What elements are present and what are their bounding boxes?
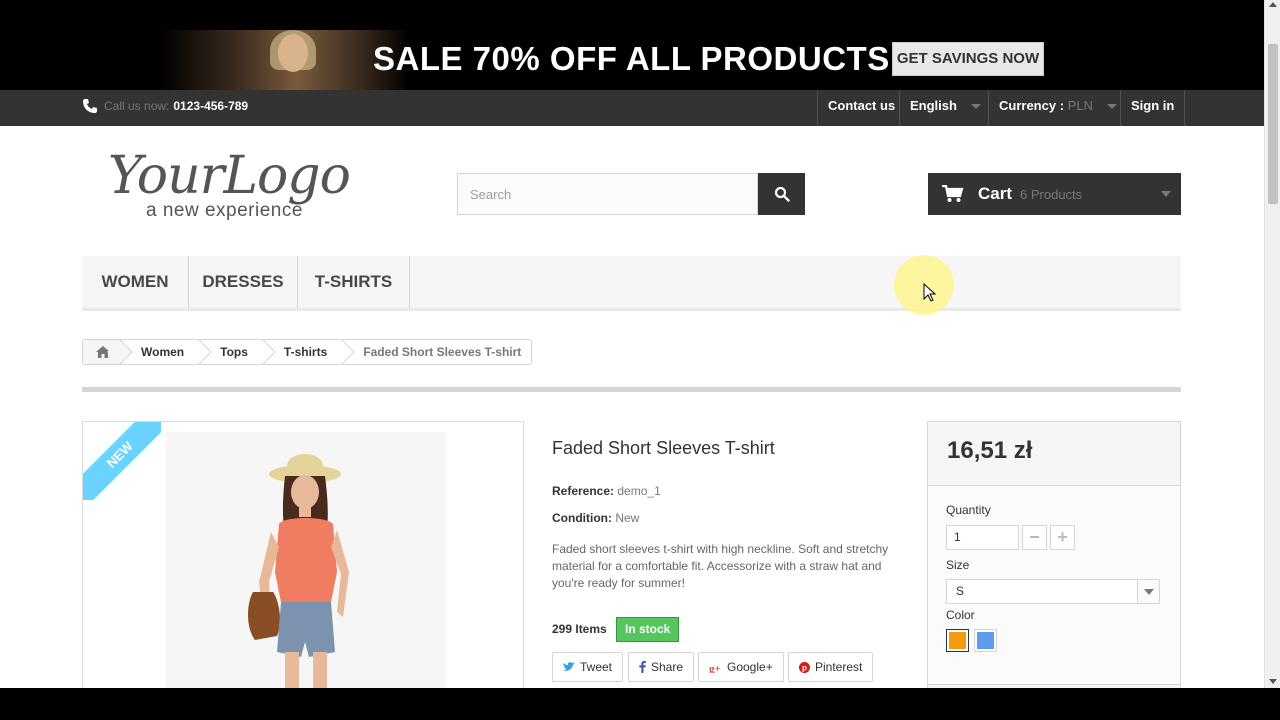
pinterest-button[interactable]: p Pinterest [788, 652, 874, 682]
video-bottom-bar [0, 688, 1280, 720]
currency-selector[interactable]: Currency : PLN [988, 90, 1127, 126]
quantity-input[interactable]: 1 [946, 525, 1019, 550]
logo-tagline: a new experience [146, 200, 303, 221]
search-icon [774, 186, 790, 202]
call-us-label: Call us now: [104, 99, 170, 113]
stock-status-badge: In stock [616, 617, 680, 642]
search-form [457, 173, 805, 215]
color-swatch-blue[interactable] [974, 629, 997, 652]
breadcrumb-item-women[interactable]: Women [123, 340, 202, 364]
chevron-down-icon [970, 104, 981, 110]
cart-icon [942, 185, 964, 202]
condition-value: New [615, 511, 640, 525]
phone-icon [83, 99, 97, 113]
color-swatch-orange[interactable] [946, 629, 969, 652]
sign-in-label: Sign in [1131, 98, 1175, 113]
contact-us-label: Contact us [828, 98, 896, 113]
reference-value: demo_1 [617, 484, 661, 498]
chevron-down-icon [1106, 104, 1117, 110]
svg-text:g+: g+ [709, 663, 721, 673]
breadcrumb-item-tshirts[interactable]: T-shirts [266, 340, 345, 364]
banner-headline: SALE 70% OFF ALL PRODUCTS [373, 40, 890, 77]
menu-item-tshirts[interactable]: T-SHIRTS [298, 256, 410, 308]
scroll-down-icon[interactable] [1269, 679, 1277, 684]
vertical-scrollbar[interactable] [1264, 0, 1280, 688]
reference-label: Reference: [552, 484, 615, 498]
new-badge: NEW [83, 422, 161, 500]
size-label: Size [946, 558, 970, 572]
quantity-increase-button[interactable]: + [1050, 525, 1075, 550]
size-select[interactable]: S [946, 579, 1160, 604]
google-plus-icon: g+ [709, 663, 721, 673]
product-description: Faded short sleeves t-shirt with high ne… [552, 542, 889, 590]
currency-value: PLN [1067, 98, 1093, 113]
phone-info: Call us now: 0123-456-789 [82, 98, 248, 114]
cart-count: 6 Products [1020, 186, 1083, 202]
breadcrumb: Women Tops T-shirts Faded Short Sleeves … [82, 339, 533, 365]
color-label: Color [946, 608, 975, 622]
site-logo[interactable]: YourLogo a new experience [108, 146, 351, 221]
items-count: 299 Items [552, 622, 607, 636]
chevron-down-icon [1137, 580, 1159, 603]
contact-us-link[interactable]: Contact us [817, 90, 905, 126]
model-illustration [248, 454, 349, 688]
quantity-decrease-button[interactable]: − [1022, 525, 1047, 550]
product-price: 16,51 zł [947, 437, 1033, 464]
breadcrumb-current: Faded Short Sleeves T-shirt [363, 345, 522, 359]
menu-item-dresses[interactable]: DRESSES [189, 256, 298, 308]
price-area: 16,51 zł [928, 422, 1180, 486]
product-reference: Reference: demo_1 [552, 484, 661, 498]
pinterest-label: Pinterest [815, 660, 863, 674]
currency-label: Currency : [999, 98, 1065, 113]
svg-text:p: p [802, 663, 807, 672]
home-icon [96, 346, 110, 358]
google-plus-label: Google+ [727, 660, 773, 674]
size-value: S [956, 584, 965, 598]
share-label: Share [651, 660, 684, 674]
product-condition: Condition: New [552, 511, 639, 525]
search-button[interactable] [758, 173, 805, 215]
cart-label: Cart [978, 184, 1013, 203]
tweet-label: Tweet [580, 660, 613, 674]
browser-viewport: SALE 70% OFF ALL PRODUCTS GET SAVINGS NO… [0, 0, 1264, 688]
get-savings-button[interactable]: GET SAVINGS NOW [892, 42, 1044, 76]
facebook-icon [639, 661, 646, 673]
product-title: Faded Short Sleeves T-shirt [552, 438, 775, 458]
product-image[interactable]: NEW [82, 421, 524, 688]
sign-in-link[interactable]: Sign in [1120, 90, 1186, 126]
scrollbar-thumb[interactable] [1268, 44, 1278, 204]
mouse-cursor-icon [923, 283, 937, 302]
top-nav-bar: Call us now: 0123-456-789 Contact us Eng… [0, 90, 1264, 126]
twitter-icon [563, 662, 575, 671]
chevron-down-icon [1161, 191, 1171, 197]
breadcrumb-home[interactable] [83, 340, 123, 364]
phone-number: 0123-456-789 [173, 99, 249, 113]
promo-banner[interactable]: SALE 70% OFF ALL PRODUCTS GET SAVINGS NO… [0, 0, 1264, 90]
logo-script: YourLogo [108, 146, 351, 206]
language-label: English [910, 98, 957, 113]
scroll-up-icon[interactable] [1269, 2, 1277, 7]
quantity-label: Quantity [946, 503, 991, 517]
menu-item-women[interactable]: WOMEN [82, 256, 189, 308]
condition-label: Condition: [552, 511, 612, 525]
section-divider [82, 387, 1181, 392]
language-selector[interactable]: English [899, 90, 991, 126]
pinterest-icon: p [799, 661, 810, 673]
tweet-button[interactable]: Tweet [552, 652, 624, 682]
google-plus-button[interactable]: g+ Google+ [698, 652, 784, 682]
buy-box: 16,51 zł Quantity 1 − + Size S Color [927, 421, 1181, 688]
cart-button[interactable]: Cart 6 Products [928, 173, 1181, 215]
search-input[interactable] [457, 173, 758, 215]
facebook-share-button[interactable]: Share [628, 652, 695, 682]
main-menu: WOMEN DRESSES T-SHIRTS [82, 256, 1181, 311]
